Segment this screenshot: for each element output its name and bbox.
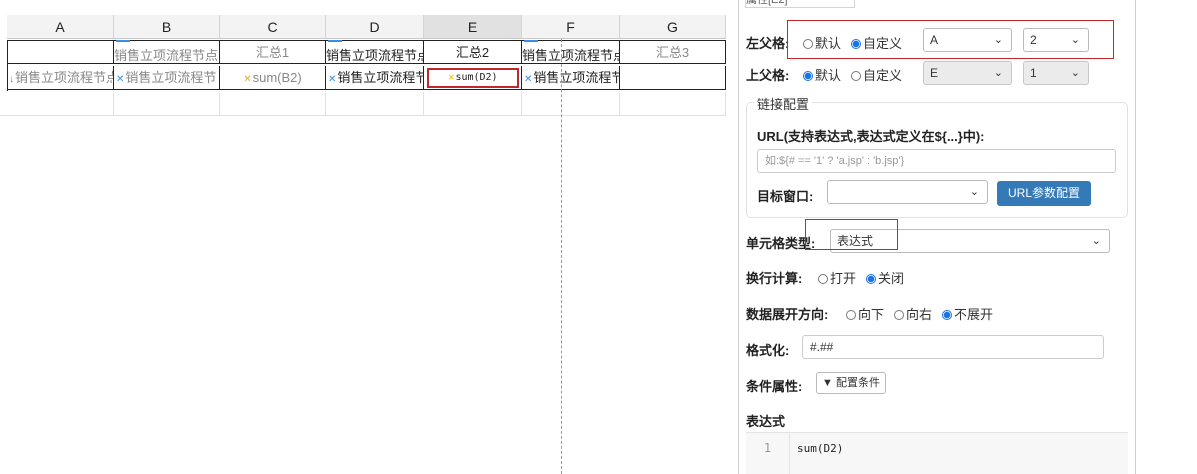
wrap-calc-on-label: 打开 <box>830 271 857 286</box>
cell-e3-text: sum(D2) <box>455 72 498 83</box>
cell-a3[interactable]: ↓销售立项流程节点 <box>7 66 114 90</box>
column-header-c[interactable]: C <box>220 15 326 39</box>
cell-f3[interactable]: ✕销售立项流程节 <box>522 66 620 90</box>
top-parent-row-value: 1 <box>1030 66 1037 80</box>
left-parent-highlight-box <box>787 20 1114 59</box>
top-parent-default-label: 默认 <box>815 68 842 83</box>
cell-d3-text: 销售立项流程节 <box>337 70 424 85</box>
top-parent-custom-radio[interactable] <box>851 71 862 81</box>
filter-icon: ▼ <box>822 377 833 389</box>
cell-e4[interactable] <box>424 92 522 116</box>
url-input-placeholder: 如:${# == '1' ? 'a.jsp' : 'b.jsp'} <box>765 155 905 167</box>
target-window-label: 目标窗口: <box>757 189 814 204</box>
wrap-calc-radio-group[interactable]: 打开 关闭 <box>818 268 914 287</box>
expand-arrow-icon <box>116 40 130 42</box>
selected-cell-outline: ✕sum(D2) <box>427 68 519 88</box>
expand-right-label: 向右 <box>906 307 933 322</box>
column-header-a[interactable]: A <box>7 15 114 39</box>
cell-b3[interactable]: ✕销售立项流程节 <box>114 66 220 90</box>
top-parent-col-value: E <box>930 66 939 80</box>
expand-arrow-icon <box>524 40 538 42</box>
top-parent-radio-group[interactable]: 默认 自定义 <box>803 65 912 84</box>
cell-e3[interactable]: ✕sum(D2) <box>424 66 522 90</box>
configure-condition-label: 配置条件 <box>835 377 880 389</box>
url-input[interactable]: 如:${# == '1' ? 'a.jsp' : 'b.jsp'} <box>757 149 1116 173</box>
cell-d3[interactable]: ✕销售立项流程节 <box>326 66 424 90</box>
cell-a4[interactable] <box>0 92 114 116</box>
cell-d2-text: 销售立项流程节点 <box>326 48 424 63</box>
expand-none-label: 不展开 <box>954 307 994 322</box>
wrap-calc-off-radio[interactable] <box>866 274 877 284</box>
top-parent-col-select[interactable]: E ⌄ <box>923 61 1012 85</box>
cell-a3-text: 销售立项流程节点 <box>15 70 114 85</box>
cell-e2[interactable]: 汇总2 <box>424 40 522 64</box>
cell-b3-text: 销售立项流程节 <box>125 70 217 85</box>
column-header-e[interactable]: E <box>424 15 522 39</box>
expand-direction-label: 数据展开方向: <box>746 307 829 322</box>
cell-f2[interactable]: 销售立项流程节点 <box>522 40 620 64</box>
configure-condition-button[interactable]: ▼ 配置条件 <box>816 372 886 394</box>
link-config-legend: 链接配置 <box>754 94 813 113</box>
url-param-config-button[interactable]: URL参数配置 <box>997 181 1091 206</box>
column-header-f[interactable]: F <box>522 15 620 39</box>
cross-marker-icon: ✕ <box>243 74 252 85</box>
wrap-calc-on-radio[interactable] <box>818 274 828 284</box>
expression-code[interactable]: sum(D2) <box>797 442 843 455</box>
format-label: 格式化: <box>746 343 790 358</box>
chevron-down-icon: ⌄ <box>1070 67 1080 79</box>
cell-b4[interactable] <box>114 92 220 116</box>
cross-marker-icon: ✕ <box>328 74 337 85</box>
expand-arrow-icon <box>328 40 342 42</box>
cell-g3[interactable] <box>620 66 726 90</box>
cross-marker-icon: ✕ <box>116 74 125 85</box>
cell-d4[interactable] <box>326 92 424 116</box>
sheet-toolbar-strip <box>0 0 735 15</box>
target-window-select[interactable]: ⌄ <box>827 180 988 204</box>
expand-down-label: 向下 <box>858 307 885 322</box>
cell-b2-text: 销售立项流程节点 <box>114 48 219 63</box>
column-header-g[interactable]: G <box>620 15 726 39</box>
down-expand-icon: ↓ <box>9 74 14 85</box>
top-parent-custom-label: 自定义 <box>863 68 903 83</box>
cell-c4[interactable] <box>220 92 326 116</box>
column-header-b[interactable]: B <box>114 15 220 39</box>
cell-f4[interactable] <box>522 92 620 116</box>
top-parent-label: 上父格: <box>746 68 790 83</box>
cell-type-highlight-box <box>805 219 898 250</box>
expand-down-radio[interactable] <box>846 310 856 320</box>
left-parent-label: 左父格: <box>746 36 790 51</box>
top-parent-row-select[interactable]: 1 ⌄ <box>1023 61 1089 85</box>
chevron-down-icon: ⌄ <box>1091 235 1101 247</box>
chevron-down-icon: ⌄ <box>993 67 1003 79</box>
cell-f3-text: 销售立项流程节 <box>533 70 620 85</box>
column-header-d[interactable]: D <box>326 15 424 39</box>
cell-d2[interactable]: 销售立项流程节点 <box>326 40 424 64</box>
url-label: URL(支持表达式,表达式定义在${...}中): <box>757 129 985 144</box>
cell-c3[interactable]: ✕sum(B2) <box>220 66 326 90</box>
wrap-calc-label: 换行计算: <box>746 271 803 286</box>
cell-c3-text: sum(B2) <box>252 70 302 85</box>
cell-g2[interactable]: 汇总3 <box>620 40 726 64</box>
cross-marker-icon: ✕ <box>524 74 533 85</box>
expand-none-radio[interactable] <box>942 310 953 320</box>
cell-c2[interactable]: 汇总1 <box>220 40 326 64</box>
top-parent-default-radio[interactable] <box>803 71 813 81</box>
cell-g4[interactable] <box>620 92 726 116</box>
tab-properties[interactable]: 属性[E2] <box>745 0 855 8</box>
expand-direction-radio-group[interactable]: 向下 向右 不展开 <box>846 304 1003 323</box>
format-input[interactable]: #.## <box>802 335 1104 359</box>
editor-line-gutter: 1 <box>746 433 790 474</box>
page-break-line <box>561 39 562 474</box>
cell-b2[interactable]: 销售立项流程节点 <box>114 40 220 64</box>
wrap-calc-off-label: 关闭 <box>878 271 905 286</box>
expression-label: 表达式 <box>746 414 786 429</box>
chevron-down-icon: ⌄ <box>969 186 979 198</box>
condition-label: 条件属性: <box>746 379 803 394</box>
spreadsheet-grid[interactable]: A B C D E F G 销售立项流程节点 汇总1 销售立项流程节点 汇总2 … <box>0 0 735 474</box>
expand-right-radio[interactable] <box>894 310 905 320</box>
right-blank-area <box>1136 0 1197 474</box>
cross-marker-icon: ✕ <box>448 72 455 83</box>
cell-a2[interactable] <box>7 40 114 64</box>
cell-f2-text: 销售立项流程节点 <box>522 48 620 63</box>
